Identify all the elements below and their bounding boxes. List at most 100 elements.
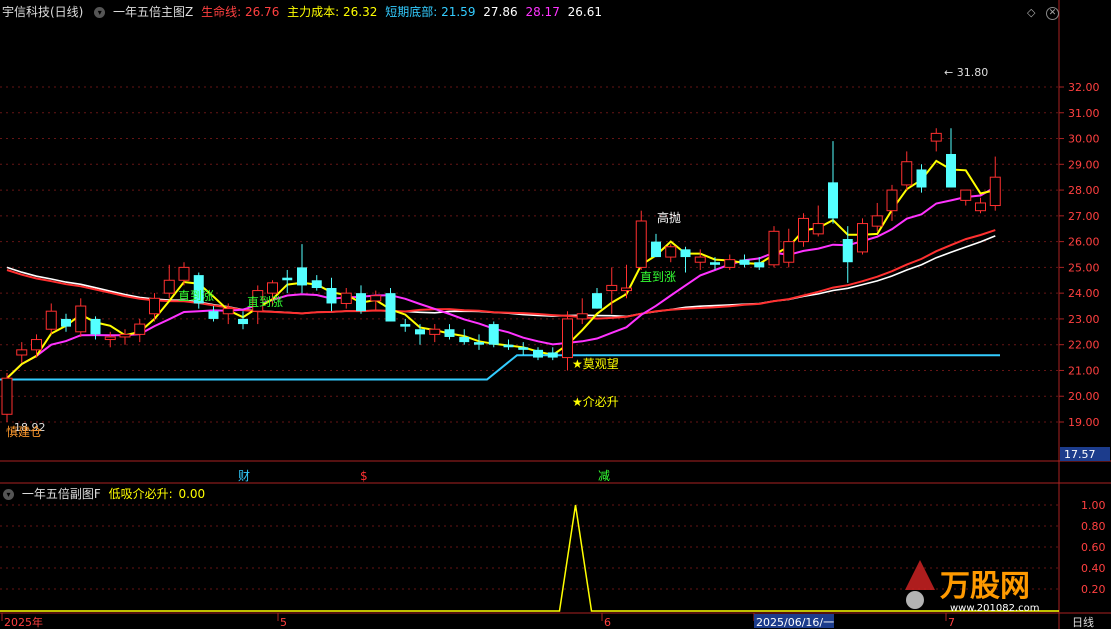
lifeline-label: 生命线: (201, 5, 242, 19)
ma-pink-value: 28.17 (525, 5, 560, 19)
candle-body-down (282, 277, 293, 281)
candle-body-up (222, 308, 234, 315)
stock-name[interactable]: 宇信科技(日线) (2, 5, 83, 19)
lifeline-value: 26.76 (244, 5, 280, 19)
candle-body-up (724, 259, 736, 268)
candle-body-up (635, 220, 647, 268)
time-tick-label: 6 (604, 616, 611, 629)
candle-body-up (621, 287, 632, 292)
candle-body-up (16, 349, 28, 356)
signal-label: 直到涨 (178, 288, 214, 303)
time-tick-label: 5 (280, 616, 287, 629)
logo-arrow-icon (905, 560, 935, 590)
candle-body-down (828, 182, 838, 219)
candle-body-down (739, 259, 750, 265)
candle-body-up (783, 241, 795, 263)
sub-tick-label: 0.40 (1081, 562, 1106, 575)
time-tick-label: 2025/06/16/一 (756, 616, 834, 629)
event-marker: 减 (598, 469, 610, 483)
candle-body-up (267, 282, 278, 294)
price-tick-label: 26.00 (1068, 236, 1100, 249)
price-tick-label: 21.00 (1068, 364, 1100, 377)
candle-body-up (989, 176, 1001, 207)
candle-body-down (503, 344, 514, 348)
sub-tick-label: 0.60 (1081, 541, 1106, 554)
candle-body-up (370, 295, 382, 302)
candle-body-up (930, 132, 942, 142)
candle-body-down (400, 324, 411, 327)
candle-body-up (857, 223, 868, 253)
candle-body-up (31, 339, 42, 351)
candle-body-down (488, 324, 499, 345)
candle-body-up (886, 189, 898, 212)
candle-body-down (326, 287, 337, 304)
candle-body-down (680, 249, 691, 258)
candle-body-up (798, 217, 809, 243)
sub-series-line (0, 504, 1059, 612)
candle-body-up (340, 292, 352, 304)
candle-body-down (208, 311, 219, 319)
candle-body-up (75, 305, 87, 333)
candle-body-up (562, 318, 573, 359)
candle-body-down (533, 349, 543, 358)
signal-label: ★莫观望 (572, 357, 619, 371)
candle-body-down (916, 169, 927, 188)
price-tick-label: 27.00 (1068, 210, 1100, 223)
signal-label: 直到涨 (640, 269, 676, 284)
chevron-down-icon[interactable]: ▾ (3, 489, 14, 500)
candle-body-up (960, 189, 972, 201)
price-tick-label: 23.00 (1068, 313, 1100, 326)
candle-body-down (459, 336, 470, 343)
candle-body-down (444, 329, 455, 337)
price-tick-label: 20.00 (1068, 390, 1100, 403)
price-tick-label: 28.00 (1068, 184, 1100, 197)
main-header: 宇信科技(日线) ▾ 一年五倍主图Z 生命线: 26.76 主力成本: 26.3… (0, 3, 606, 21)
candle-body-down (754, 262, 765, 268)
candle-body-down (311, 280, 322, 288)
sub-indicator-name[interactable]: 一年五倍副图F (22, 487, 101, 501)
price-tick-label: 29.00 (1068, 158, 1100, 171)
candle-body-up (975, 202, 986, 212)
sub-item-value: 0.00 (178, 487, 206, 501)
bottom-value: 21.59 (441, 5, 476, 19)
candle-body-up (871, 215, 883, 227)
logo-coin-icon (906, 591, 924, 609)
diamond-icon[interactable]: ◇ (1027, 6, 1035, 19)
candle-body-up (104, 336, 116, 341)
current-price-label: 17.57 (1064, 448, 1096, 461)
candle-body-up (45, 310, 57, 330)
close-icon[interactable]: ✕ (1046, 7, 1059, 20)
signal-label: 慎建仓 (6, 425, 42, 439)
sub-item-label: 低吸介必升: (108, 487, 173, 501)
candle-body-down (415, 329, 425, 335)
chart-canvas[interactable]: 32.00 31.00 30.00 29.00 28.00 27.00 26.00 25.00… (0, 0, 1111, 629)
candle-body-down (518, 347, 529, 350)
candle-body-down (946, 153, 956, 188)
price-tick-label: 19.00 (1068, 416, 1100, 429)
price-tick-label: 25.00 (1068, 261, 1100, 274)
price-tick-label: 32.00 (1068, 81, 1100, 94)
candle-body-down (842, 239, 853, 263)
candle-body-up (119, 333, 131, 338)
main-indicator-name[interactable]: 一年五倍主图Z (113, 5, 193, 19)
signal-label: 高抛 (657, 210, 681, 225)
sub-tick-label: 1.00 (1081, 499, 1106, 512)
chevron-down-icon[interactable]: ▾ (94, 7, 106, 18)
bottom-label: 短期底部: (385, 5, 438, 19)
sub-header: ▾ 一年五倍副图F 低吸介必升: 0.00 (0, 485, 209, 503)
sub-tick-label: 0.20 (1081, 583, 1106, 596)
candle-body-down (297, 267, 307, 286)
period-label: 日线 (1072, 615, 1094, 629)
cost-line (6, 159, 996, 379)
candle-body-down (61, 318, 71, 327)
candle-body-up (149, 297, 160, 315)
candle-body-up (901, 161, 913, 186)
candle-body-up (1, 377, 13, 415)
candle-body-down (356, 293, 366, 312)
candle-body-up (768, 230, 780, 266)
watermark-brand: 万股网 (940, 569, 1030, 604)
candle-body-up (163, 279, 175, 294)
event-marker: 财 (238, 469, 250, 483)
watermark-url: www.201082.com (950, 603, 1040, 614)
bottom-line (0, 354, 1000, 381)
